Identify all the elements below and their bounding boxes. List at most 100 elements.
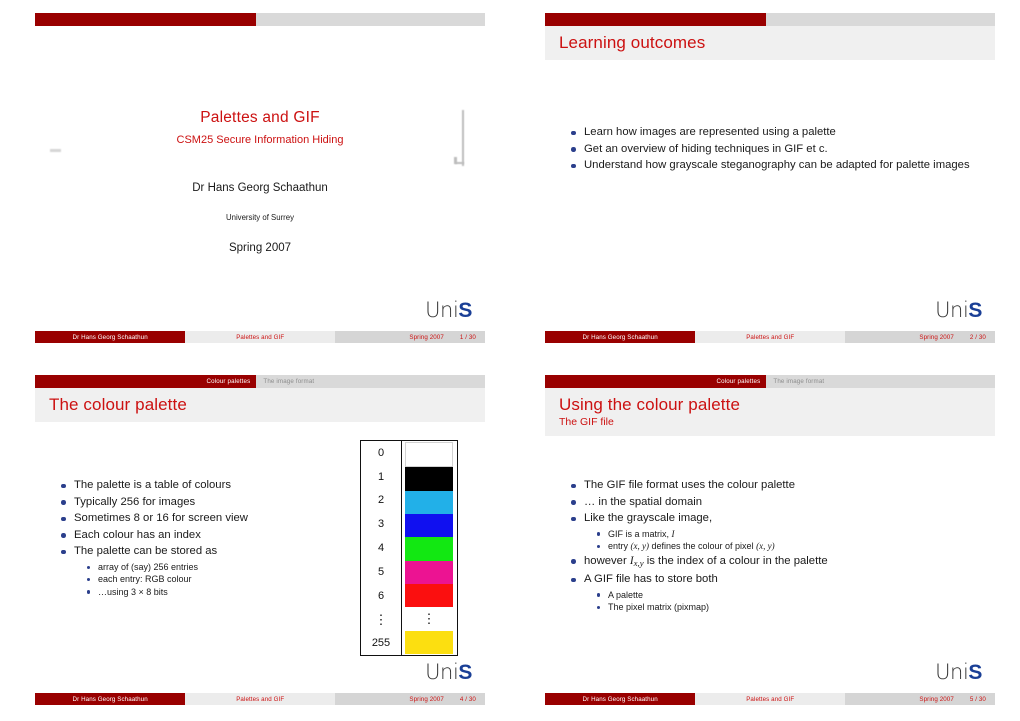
- list-item: A GIF file has to store both A palette T…: [567, 572, 977, 613]
- nav-tab-the-image-format[interactable]: The image format: [256, 375, 485, 388]
- palette-index-column: 0 1 2 3 4 5 6 ⋮ 255: [361, 441, 402, 655]
- footer-date-page: Spring 2007 5 / 30: [845, 693, 995, 705]
- bullet-dot-icon: [571, 130, 576, 136]
- palette-swatch: [405, 630, 453, 654]
- list-item-label: A palette: [608, 589, 644, 600]
- palette-index-cell: 0: [377, 446, 385, 459]
- unis-logo-uni: Uni: [935, 660, 969, 684]
- bullet-dot-icon: [87, 577, 91, 582]
- palette-table-figure: 0 1 2 3 4 5 6 ⋮ 255 ⋮: [360, 440, 458, 656]
- footer-title: Palettes and GIF: [185, 331, 336, 343]
- math-coords-xy: (x, y): [630, 541, 649, 552]
- presentation-date: Spring 2007: [228, 242, 292, 254]
- bullet-list: The GIF file format uses the colour pale…: [567, 478, 977, 614]
- footer-title: Palettes and GIF: [695, 331, 846, 343]
- palette-swatch: [405, 442, 453, 468]
- list-item: Each colour has an index: [57, 528, 357, 544]
- navbar-gray-segment: [256, 13, 485, 26]
- nav-tab-label-active: Colour palettes: [206, 378, 251, 385]
- unis-logo: UniS: [935, 298, 982, 322]
- footer-date-page: Spring 2007 2 / 30: [845, 331, 995, 343]
- list-item: entry (x, y) defines the colour of pixel…: [584, 540, 977, 552]
- nav-tab-label-active: Colour palettes: [716, 378, 761, 385]
- unis-logo-s: S: [968, 299, 982, 322]
- footer-author: Dr Hans Georg Schaathun: [545, 693, 696, 705]
- list-item-label: A GIF file has to store both: [584, 573, 718, 586]
- unis-logo-uni: Uni: [935, 298, 969, 322]
- unis-logo-uni: Uni: [425, 298, 459, 322]
- slide-4-title-band: Using the colour palette The GIF file: [545, 388, 995, 436]
- bullet-dot-icon: [61, 500, 66, 505]
- nav-tab-colour-palettes[interactable]: Colour palettes: [35, 375, 257, 388]
- author-name: Dr Hans Georg Schaathun: [192, 182, 328, 194]
- slide-3: Colour palettes The image format The col…: [35, 375, 485, 705]
- footer-title: Palettes and GIF: [185, 693, 336, 705]
- list-item: Like the grayscale image, GIF is a matri…: [567, 511, 977, 552]
- list-item-label: each entry: RGB colour: [98, 574, 192, 585]
- bullet-dot-icon: [597, 544, 601, 549]
- list-item-label: Learn how images are represented using a…: [584, 126, 836, 138]
- list-item-label: …using 3 × 8 bits: [98, 586, 168, 597]
- sub-bullet-list: array of (say) 256 entries each entry: R…: [74, 561, 357, 598]
- navbar-red-segment: [35, 13, 257, 26]
- unis-logo-uni: Uni: [425, 660, 459, 684]
- list-item: each entry: RGB colour: [74, 573, 357, 585]
- slide-2-navbar: [545, 13, 995, 26]
- footer-page-number: 4 / 30: [459, 695, 476, 703]
- slide-2-footer: Dr Hans Georg Schaathun Palettes and GIF…: [545, 331, 995, 343]
- list-item-label: … in the spatial domain: [584, 495, 703, 508]
- nav-tab-colour-palettes[interactable]: Colour palettes: [545, 375, 767, 388]
- page-subtitle: The GIF file: [559, 416, 614, 428]
- bullet-dot-icon: [61, 483, 66, 489]
- palette-index-cell: 4: [377, 542, 385, 555]
- list-item: The pixel matrix (pixmap): [584, 601, 977, 613]
- bullet-dot-icon: [597, 605, 601, 610]
- page-title: The colour palette: [49, 395, 187, 414]
- list-item: Sometimes 8 or 16 for screen view: [57, 511, 357, 527]
- list-item: Typically 256 for images: [57, 495, 357, 511]
- unis-logo-s: S: [968, 661, 982, 684]
- list-item-label-mid: defines the colour of pixel: [649, 541, 757, 552]
- bullet-dot-icon: [571, 559, 576, 564]
- palette-swatch: [405, 560, 453, 584]
- footer-date-page: Spring 2007 1 / 30: [335, 331, 485, 343]
- palette-swatch-column: ⋮: [402, 441, 457, 655]
- math-coords-xy: (x, y): [756, 541, 775, 552]
- bullet-dot-icon: [597, 532, 601, 536]
- footer-page-number: 2 / 30: [969, 333, 986, 341]
- title-slide-body: Palettes and GIF CSM25 Secure Informatio…: [35, 26, 485, 313]
- slide-1-footer: Dr Hans Georg Schaathun Palettes and GIF…: [35, 331, 485, 343]
- palette-index-cell: 3: [377, 518, 385, 531]
- unis-logo: UniS: [935, 660, 982, 684]
- slide-3-footer: Dr Hans Georg Schaathun Palettes and GIF…: [35, 693, 485, 705]
- list-item-label: array of (say) 256 entries: [98, 561, 199, 572]
- nav-tab-label-inactive: The image format: [263, 378, 315, 385]
- list-item-label: The palette is a table of colours: [74, 479, 231, 491]
- unis-logo: UniS: [425, 660, 472, 684]
- slide-2-title-band: Learning outcomes: [545, 26, 995, 60]
- palette-swatch: [405, 513, 453, 538]
- footer-date: Spring 2007: [919, 333, 954, 341]
- list-item: The palette can be stored as array of (s…: [57, 544, 357, 598]
- slide-2-body: Learn how images are represented using a…: [567, 125, 977, 175]
- scan-artefact-hook: [453, 110, 467, 170]
- slide-3-title-band: The colour palette: [35, 388, 485, 422]
- palette-swatch: [405, 490, 453, 514]
- bullet-dot-icon: [87, 565, 91, 569]
- page-title: Palettes and GIF: [200, 109, 320, 126]
- footer-date-page: Spring 2007 4 / 30: [335, 693, 485, 705]
- list-item: … in the spatial domain: [567, 495, 977, 511]
- list-item: The GIF file format uses the colour pale…: [567, 478, 977, 494]
- list-item-label-tail: is the index of a colour in the palette: [643, 554, 828, 567]
- nav-tab-the-image-format[interactable]: The image format: [766, 375, 995, 388]
- palette-index-ellipsis: ⋮: [374, 611, 388, 627]
- list-item: A palette: [584, 589, 977, 601]
- palette-index-cell: 1: [377, 470, 385, 483]
- footer-page-number: 5 / 30: [969, 695, 986, 703]
- list-item: …using 3 × 8 bits: [74, 586, 357, 598]
- list-item-label: Typically 256 for images: [74, 495, 196, 508]
- list-item-label: The palette can be stored as: [74, 545, 218, 558]
- palette-index-cell: 2: [377, 494, 385, 507]
- sub-bullet-list: GIF is a matrix, I entry (x, y) defines …: [584, 528, 977, 553]
- slide-4-navbar: Colour palettes The image format: [545, 375, 995, 388]
